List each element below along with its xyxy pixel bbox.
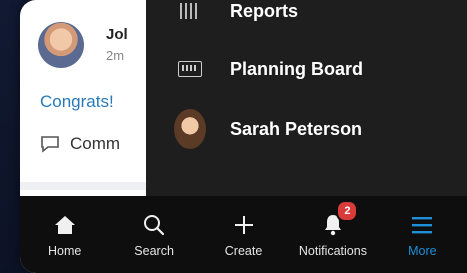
menu-item-profile[interactable]: Sarah Peterson bbox=[146, 104, 467, 154]
tab-label: Search bbox=[134, 243, 174, 258]
post-text: Congrats! bbox=[40, 92, 114, 111]
home-icon bbox=[53, 212, 77, 238]
tab-home[interactable]: Home bbox=[20, 196, 109, 273]
avatar[interactable] bbox=[38, 22, 84, 68]
menu-item-label: Reports bbox=[230, 0, 299, 21]
comment-button[interactable]: Comm bbox=[40, 134, 120, 154]
more-menu: Reports Planning Board Sarah Peterson bbox=[146, 0, 467, 196]
tab-label: Notifications bbox=[298, 243, 367, 258]
menu-item-reports[interactable]: Reports bbox=[146, 0, 467, 36]
menu-item-planning-board[interactable]: Planning Board bbox=[146, 44, 467, 94]
comment-label: Comm bbox=[70, 134, 121, 153]
tab-label: Home bbox=[48, 243, 82, 258]
avatar bbox=[174, 109, 206, 149]
reports-icon bbox=[174, 3, 206, 19]
post-author[interactable]: Jol bbox=[106, 26, 128, 43]
tab-more[interactable]: More bbox=[378, 196, 467, 273]
tab-label: More bbox=[408, 243, 437, 258]
search-icon bbox=[142, 212, 166, 238]
menu-item-label: Sarah Peterson bbox=[230, 118, 363, 139]
notification-badge: 2 bbox=[336, 200, 359, 222]
tab-create[interactable]: Create bbox=[199, 196, 288, 273]
tab-label: Create bbox=[224, 243, 263, 258]
tab-notifications[interactable]: 2 Notifications bbox=[288, 196, 377, 273]
comment-icon bbox=[40, 135, 60, 153]
tab-search[interactable]: Search bbox=[109, 196, 198, 273]
plus-icon bbox=[233, 212, 255, 238]
menu-icon bbox=[410, 212, 434, 238]
app-screen: Jol 2m Congrats! Comm Jo Reports Plannin… bbox=[20, 0, 467, 273]
menu-item-label: Planning Board bbox=[230, 58, 364, 79]
keyboard-icon bbox=[174, 61, 206, 77]
bottom-tab-bar: Home Search Create 2 Notifications More bbox=[20, 196, 467, 273]
post-timestamp: 2m bbox=[106, 48, 125, 63]
